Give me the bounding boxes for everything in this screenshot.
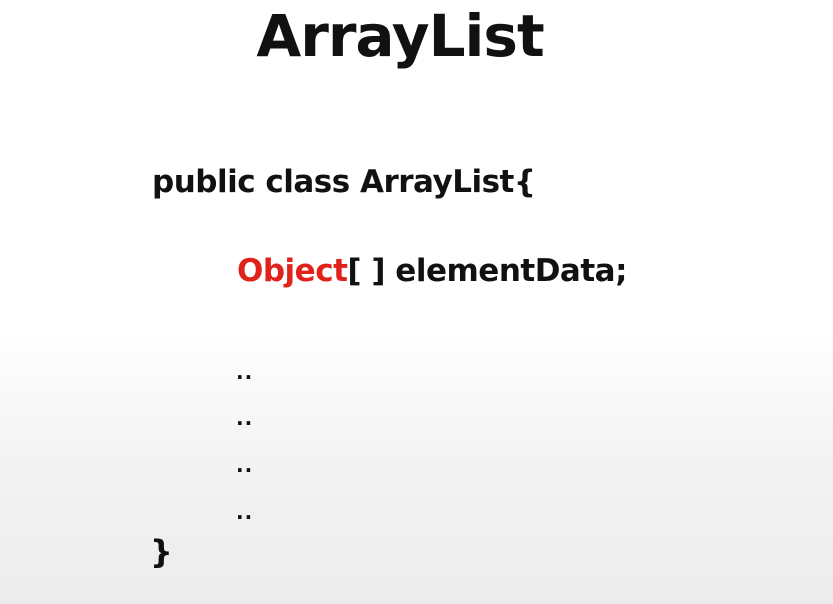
slide-title: ArrayList xyxy=(256,2,544,70)
field-declaration: Object[ ] elementData; xyxy=(237,249,627,293)
field-type: Object xyxy=(237,253,348,289)
ellipsis-row: .. xyxy=(236,453,254,477)
ellipsis-row: .. xyxy=(236,360,254,384)
class-declaration: public class ArrayList{ xyxy=(152,164,536,200)
field-name: [ ] elementData; xyxy=(347,253,627,289)
slide: ArrayList public class ArrayList{ Object… xyxy=(0,0,833,604)
closing-brace: } xyxy=(150,533,173,571)
ellipsis-row: .. xyxy=(236,406,254,430)
ellipsis-row: .. xyxy=(236,500,254,524)
